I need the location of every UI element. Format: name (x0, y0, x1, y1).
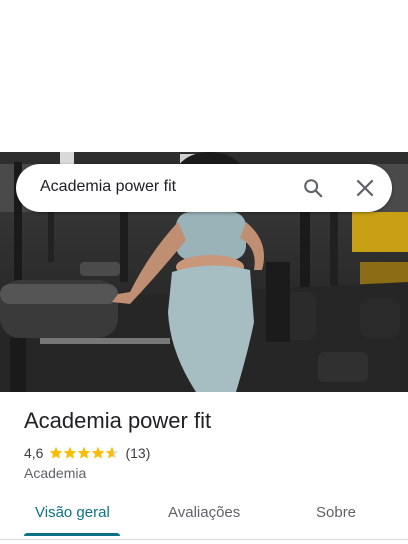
star-icon (50, 446, 63, 459)
tab-reviews[interactable]: Avaliações (168, 504, 240, 521)
blank-top-area (0, 0, 408, 152)
tabs-divider (0, 539, 408, 540)
search-icon[interactable] (302, 177, 324, 199)
rating-row[interactable]: 4,6 (13) (24, 444, 150, 462)
review-count[interactable]: (13) (125, 445, 150, 461)
search-bar[interactable]: Academia power fit (16, 164, 392, 212)
star-icon (64, 446, 77, 459)
place-category[interactable]: Academia (24, 465, 86, 481)
rating-value: 4,6 (24, 445, 44, 461)
tab-about[interactable]: Sobre (316, 504, 356, 521)
star-icon (92, 446, 105, 459)
tab-overview[interactable]: Visão geral (35, 504, 110, 521)
rating-stars (49, 446, 119, 460)
place-tabs: Visão geral Avaliações Sobre (0, 496, 408, 540)
active-tab-indicator (24, 533, 120, 536)
search-input[interactable]: Academia power fit (40, 178, 176, 196)
place-title: Academia power fit (24, 408, 212, 433)
star-icon (106, 446, 119, 459)
star-icon (78, 446, 91, 459)
close-icon[interactable] (355, 178, 375, 198)
